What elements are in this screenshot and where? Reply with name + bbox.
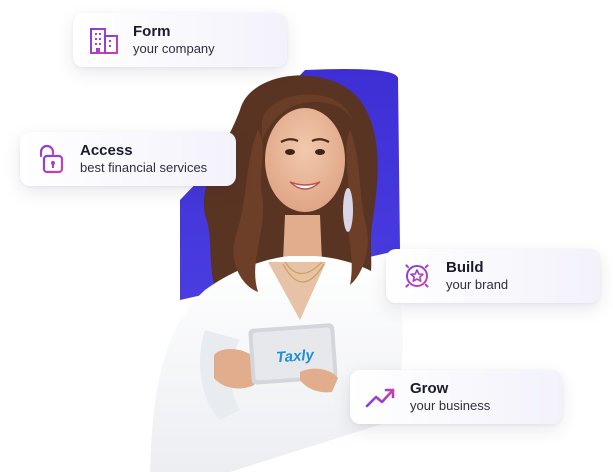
card-subtitle: your company [133,41,215,57]
feature-card-grow: Grow your business [350,370,562,424]
building-icon [87,23,121,57]
tablet-logo-text: Taxly [275,346,315,367]
trend-up-icon [364,380,398,414]
hero-illustration: Taxly Form your company Access best fina… [0,0,613,472]
card-title: Build [446,259,484,277]
card-subtitle: your business [410,398,491,414]
feature-card-access: Access best financial services [20,132,236,186]
card-subtitle: best financial services [80,160,208,176]
card-title: Grow [410,380,449,398]
card-title: Access [80,142,133,160]
feature-card-build: Build your brand [386,249,600,303]
feature-card-form: Form your company [73,13,287,67]
lock-icon [34,142,68,176]
card-title: Form [133,23,171,41]
card-subtitle: your brand [446,277,509,293]
star-badge-icon [400,259,434,293]
